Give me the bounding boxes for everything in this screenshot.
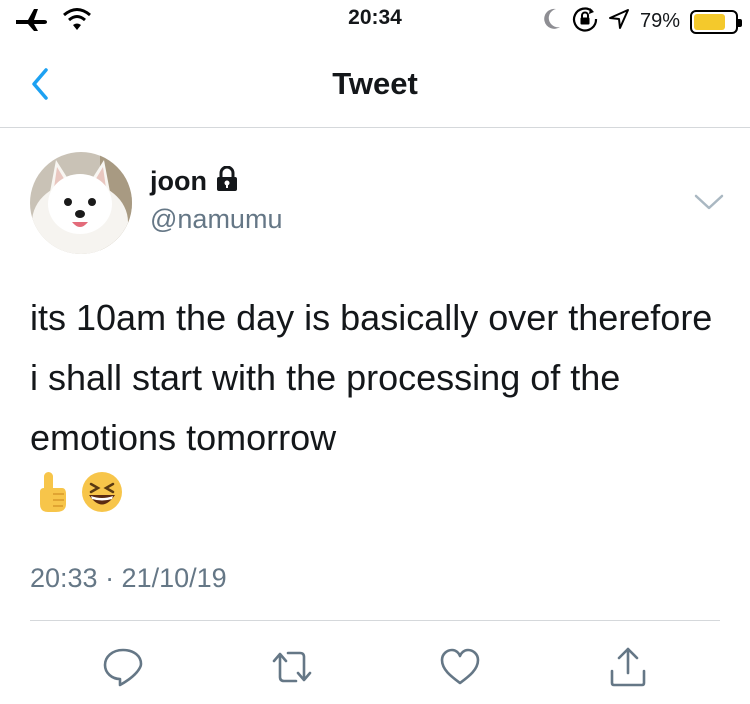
like-button[interactable]	[438, 645, 482, 689]
location-icon	[608, 8, 630, 35]
tweet-text: its 10am the day is basically over there…	[30, 297, 713, 458]
grinning-squinting-face-emoji	[80, 470, 124, 519]
tweet-menu-button[interactable]	[692, 190, 726, 214]
battery-icon	[690, 9, 742, 34]
tweet-timestamp: 20:33 · 21/10/19	[30, 563, 227, 593]
navigation-bar: Tweet	[0, 40, 750, 128]
orientation-lock-icon	[572, 6, 598, 37]
heart-icon	[440, 648, 480, 685]
retweet-icon	[272, 651, 312, 683]
reply-button[interactable]	[101, 645, 145, 689]
chevron-down-icon	[694, 194, 724, 210]
battery-nub	[738, 18, 742, 27]
emoji-row	[34, 470, 124, 519]
lock-icon	[215, 165, 239, 197]
moon-icon	[542, 7, 562, 36]
retweet-button[interactable]	[270, 645, 314, 689]
user-handle[interactable]: @namumu	[150, 204, 282, 235]
share-icon	[610, 647, 646, 687]
page-title: Tweet	[332, 66, 418, 101]
reply-icon	[103, 648, 143, 687]
pointing-up-emoji	[34, 470, 70, 519]
battery-percentage: 79%	[639, 10, 680, 32]
display-name[interactable]: joon	[150, 166, 207, 197]
divider	[30, 620, 720, 621]
dog-avatar-image	[30, 152, 132, 254]
avatar[interactable]	[30, 152, 132, 254]
status-bar: 20:34 79%	[0, 0, 750, 40]
status-right: 79%	[542, 6, 742, 37]
display-name-row: joon	[150, 165, 239, 197]
share-button[interactable]	[606, 645, 650, 689]
battery-fill	[694, 13, 725, 30]
